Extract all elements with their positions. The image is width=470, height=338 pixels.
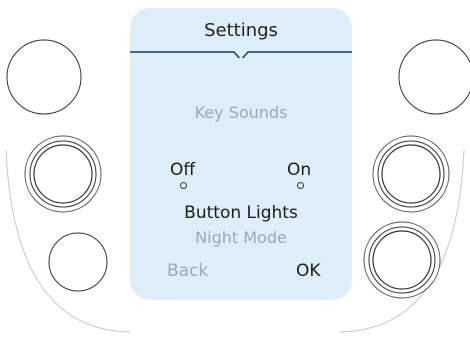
display-screen: Settings Key Sounds Off On Button Lights…: [130, 8, 352, 300]
option-on-label[interactable]: On: [287, 160, 311, 180]
left-top-button[interactable]: [6, 39, 82, 115]
right-bottom-button[interactable]: [363, 221, 441, 299]
softkey-ok[interactable]: OK: [296, 261, 321, 281]
title-divider-pointer: [130, 51, 352, 58]
left-middle-button[interactable]: [24, 135, 102, 213]
option-off-indicator: [180, 182, 187, 189]
right-middle-button[interactable]: [372, 135, 450, 213]
left-bottom-button[interactable]: [48, 232, 108, 292]
menu-item-next[interactable]: Night Mode: [130, 228, 352, 247]
softkey-back[interactable]: Back: [167, 261, 208, 281]
option-on-indicator: [297, 182, 304, 189]
right-top-button[interactable]: [398, 39, 470, 115]
option-off-label[interactable]: Off: [170, 160, 195, 180]
setting-name: Key Sounds: [194, 103, 288, 122]
menu-item-selected[interactable]: Button Lights: [130, 203, 352, 223]
